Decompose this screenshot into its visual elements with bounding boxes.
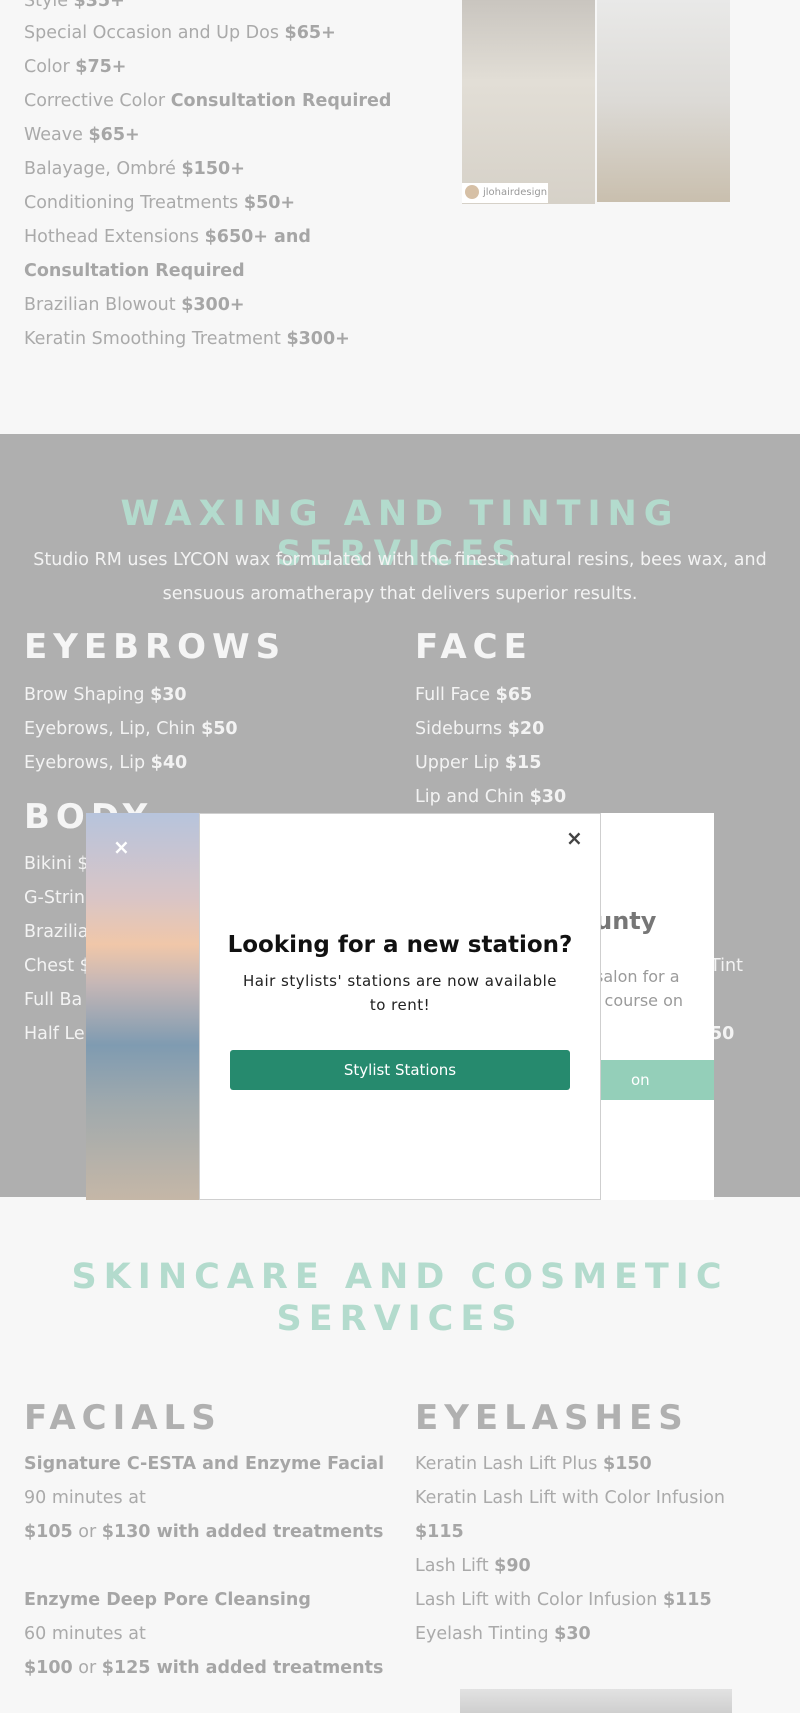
background-popup-text: salon for a l course on bbox=[595, 967, 684, 1010]
station-modal: × Looking for a new station? Hair stylis… bbox=[199, 813, 601, 1200]
modal-text: Hair stylists' stations are now availabl… bbox=[242, 972, 558, 1014]
modal-title: Looking for a new station? bbox=[227, 932, 573, 958]
close-icon[interactable]: × bbox=[566, 826, 583, 850]
stylist-stations-button[interactable]: Stylist Stations bbox=[230, 1050, 570, 1090]
popup-container: × County t? salon for a l course on on ×… bbox=[86, 813, 714, 1200]
background-popup-button[interactable]: on bbox=[601, 1060, 714, 1100]
close-icon[interactable]: × bbox=[113, 835, 130, 859]
popup-overlay: × County t? salon for a l course on on ×… bbox=[0, 0, 800, 1713]
beach-image-panel: × bbox=[86, 813, 200, 1200]
